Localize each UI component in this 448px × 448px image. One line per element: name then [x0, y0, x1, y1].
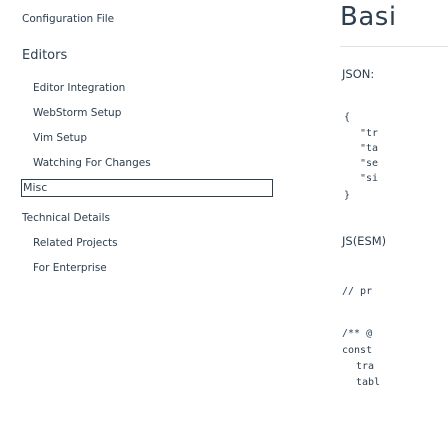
main-content: Basi JSON: { "tr "ta "se "si } JS(ESM) /… [280, 0, 448, 448]
sidebar-section-misc-label: Misc [23, 181, 48, 194]
js-line: tabl [356, 377, 381, 388]
sidebar-item-editor-integration[interactable]: Editor Integration [33, 82, 125, 94]
json-open-brace: { [344, 112, 351, 123]
json-line: "se [360, 158, 379, 169]
sidebar: Configuration File Editors Editor Integr… [0, 0, 280, 448]
sidebar-item-for-enterprise[interactable]: For Enterprise [33, 262, 107, 274]
json-line: "si [360, 173, 379, 184]
sidebar-link-configuration-file[interactable]: Configuration File [22, 13, 114, 25]
sidebar-section-misc[interactable]: Misc [21, 179, 273, 197]
page: Configuration File Editors Editor Integr… [0, 0, 448, 448]
json-close-brace: } [344, 190, 351, 201]
js-const-keyword: const [342, 345, 373, 356]
sidebar-item-webstorm-setup[interactable]: WebStorm Setup [33, 107, 121, 119]
js-doc-comment: /** @ [342, 328, 373, 339]
page-title: Basi [340, 2, 397, 32]
title-divider [340, 46, 448, 47]
sidebar-section-editors[interactable]: Editors [22, 48, 67, 63]
json-line: "ta [360, 143, 379, 154]
sidebar-item-vim-setup[interactable]: Vim Setup [33, 132, 87, 144]
js-comment: // pr [342, 286, 373, 297]
js-esm-label: JS(ESM) [342, 234, 387, 248]
sidebar-item-technical-details[interactable]: Technical Details [22, 212, 110, 224]
js-line: tra [356, 361, 375, 372]
json-label: JSON: [342, 67, 375, 81]
json-line: "tr [360, 128, 379, 139]
sidebar-item-related-projects[interactable]: Related Projects [33, 237, 118, 249]
sidebar-item-watching-for-changes[interactable]: Watching For Changes [33, 157, 151, 169]
